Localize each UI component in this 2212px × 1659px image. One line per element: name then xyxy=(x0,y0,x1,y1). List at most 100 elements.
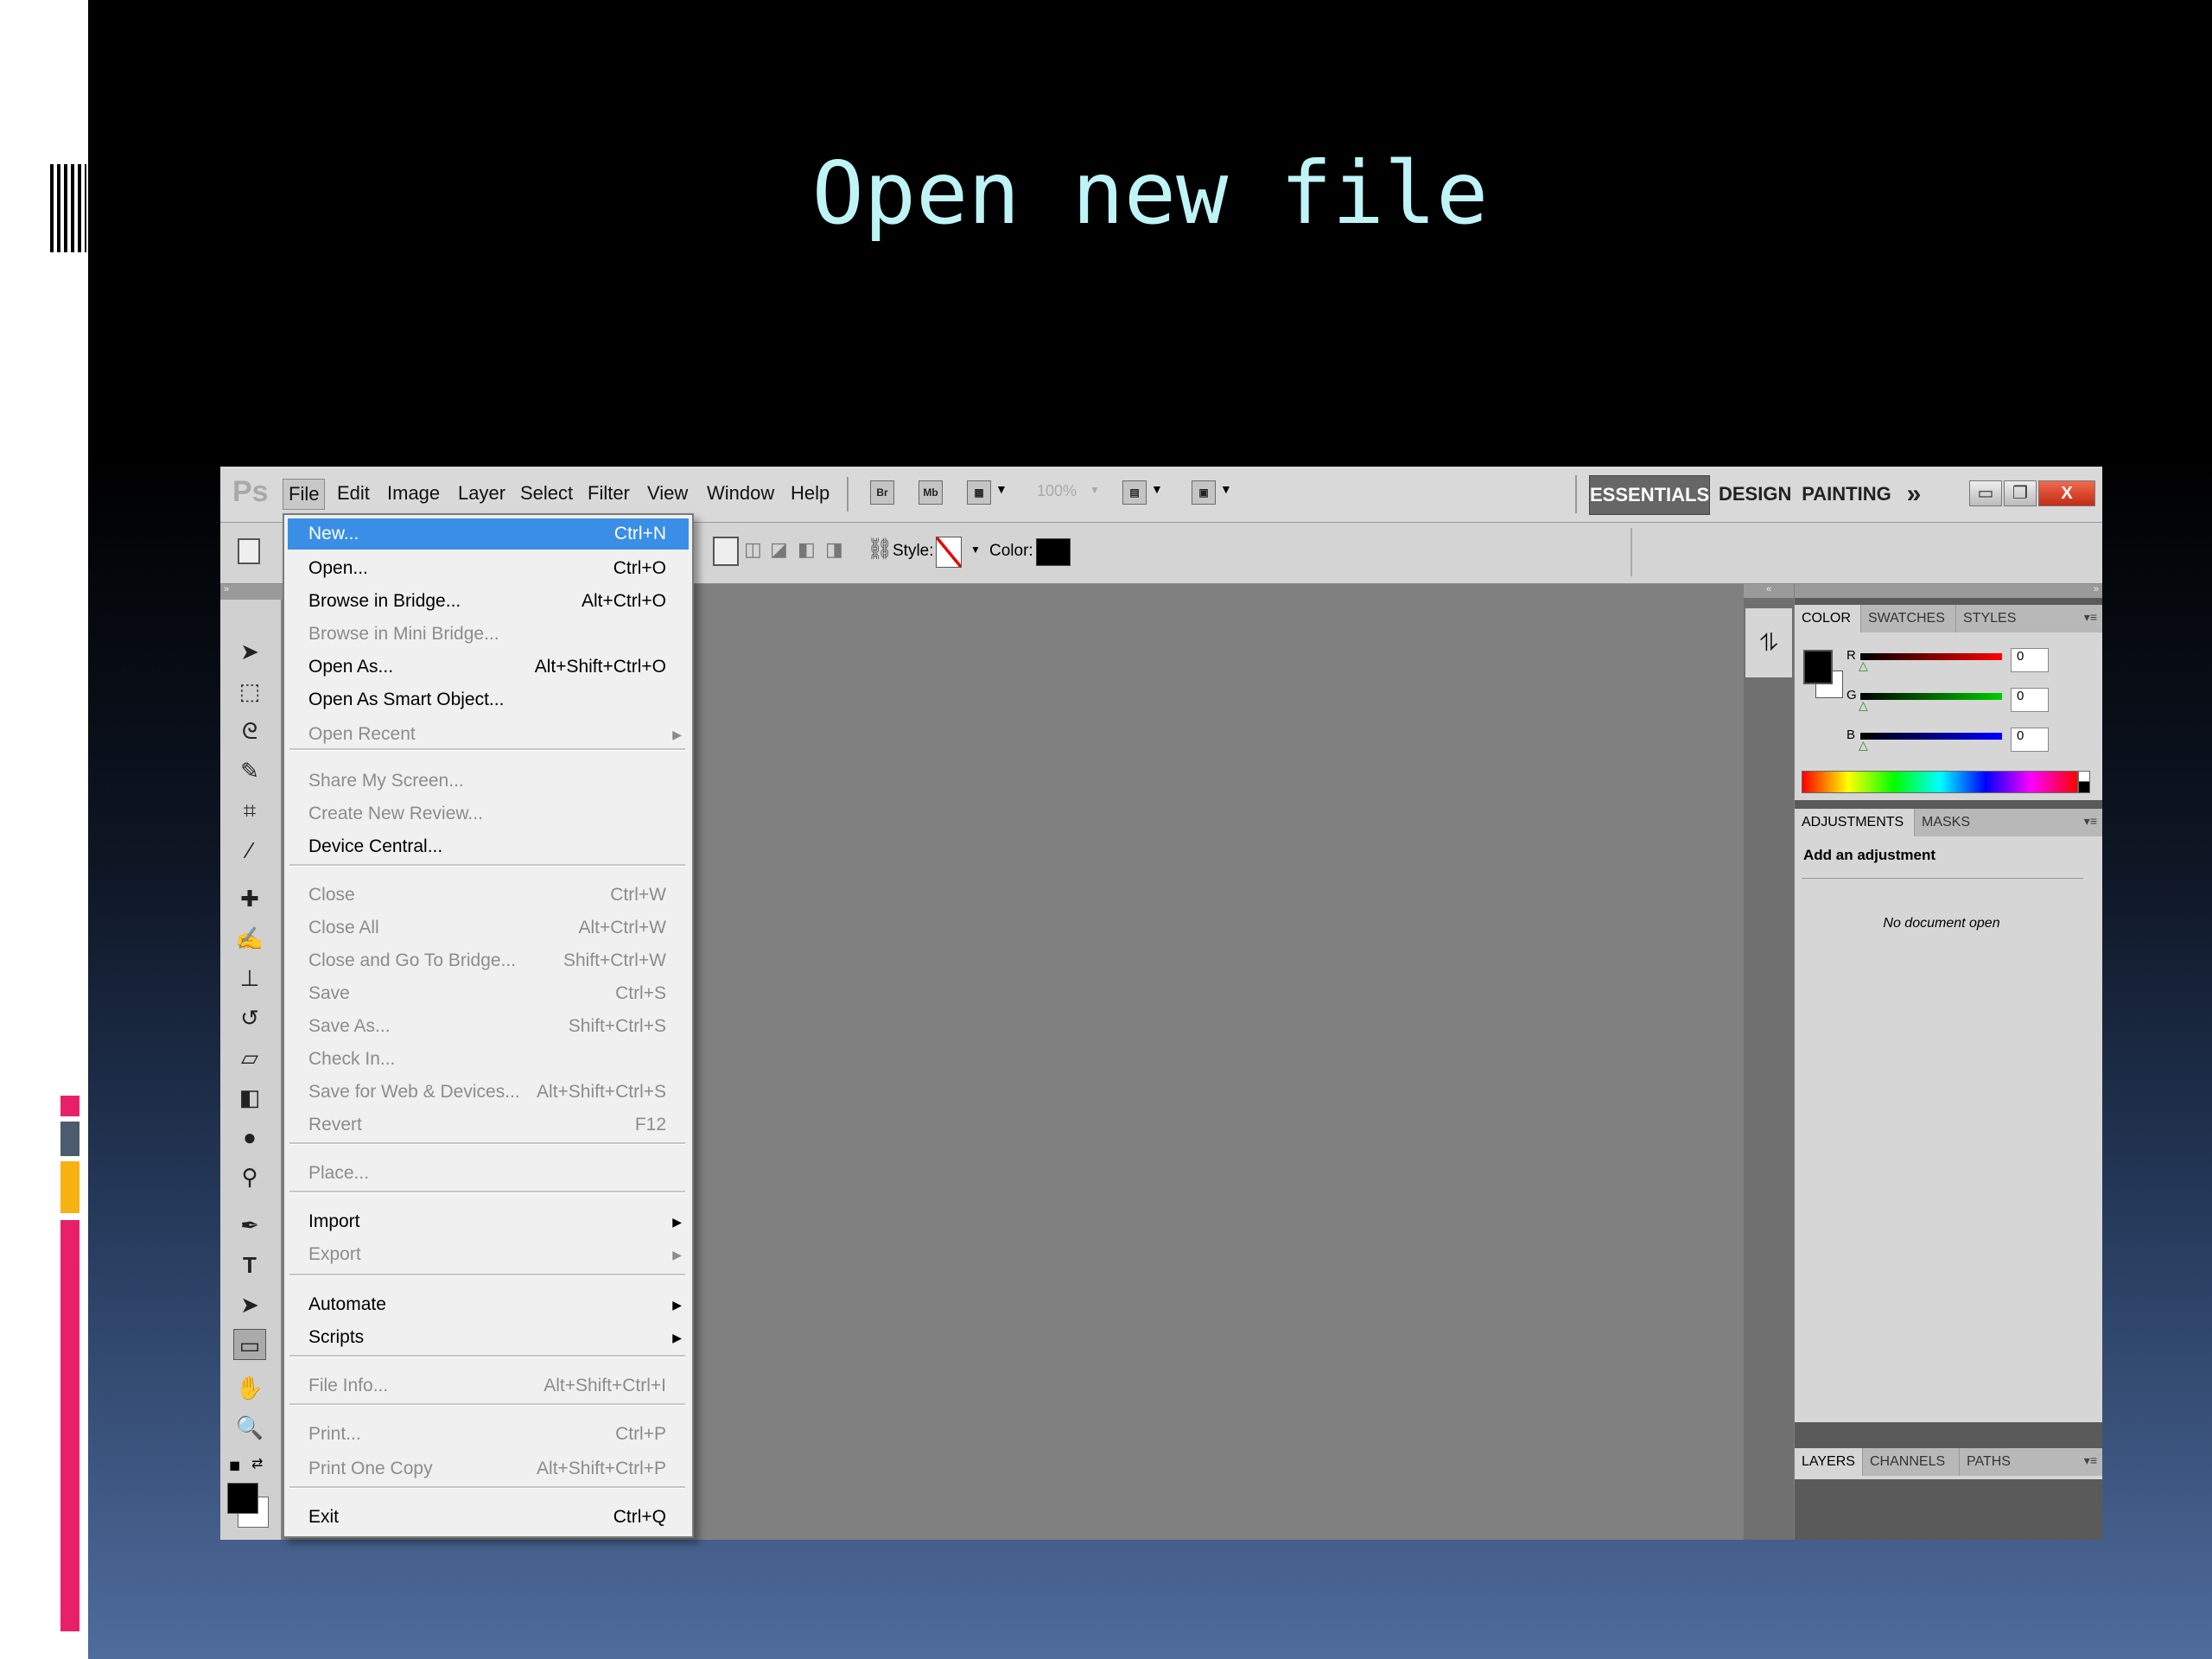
spectrum-black-swatch[interactable] xyxy=(2078,781,2090,793)
file-menu-item[interactable]: Save As... Shift+Ctrl+S xyxy=(288,1011,689,1042)
history-brush-tool-icon[interactable]: ↺ xyxy=(233,1002,266,1033)
foreground-color-swatch[interactable] xyxy=(227,1483,258,1514)
menu-image[interactable]: Image xyxy=(387,479,440,508)
type-tool-icon[interactable]: T xyxy=(233,1249,266,1281)
zoom-level[interactable]: 100% xyxy=(1037,482,1077,500)
menu-file[interactable]: File xyxy=(283,479,326,510)
crop-tool-icon[interactable]: ⌗ xyxy=(233,795,266,826)
color-spectrum-bar[interactable] xyxy=(1802,771,2078,793)
style-swatch[interactable] xyxy=(936,537,962,568)
quick-selection-tool-icon[interactable]: ✎ xyxy=(233,755,266,786)
menu-edit[interactable]: Edit xyxy=(337,479,370,508)
file-menu-item[interactable]: Open... Ctrl+O xyxy=(288,553,689,584)
slider-handle-b[interactable]: △ xyxy=(1859,738,1868,753)
chevron-down-icon[interactable]: ▼ xyxy=(995,482,1007,496)
tool-preset-icon[interactable] xyxy=(238,538,260,564)
shape-mode-intersect-icon[interactable]: ◧ xyxy=(798,538,816,561)
foreground-color-swatch[interactable] xyxy=(1803,650,1833,684)
file-menu-item[interactable]: Check In... xyxy=(288,1044,689,1075)
slider-handle-g[interactable]: △ xyxy=(1859,698,1868,713)
move-tool-icon[interactable]: ➤ xyxy=(233,636,266,667)
workspace-essentials[interactable]: ESSENTIALS xyxy=(1589,475,1710,515)
shape-mode-subtract-icon[interactable]: ◪ xyxy=(770,538,788,561)
dock-collapse-icon[interactable]: « xyxy=(1744,584,1794,598)
tab-layers[interactable]: LAYERS xyxy=(1795,1448,1862,1476)
close-icon[interactable]: X xyxy=(2038,480,2095,506)
tab-styles[interactable]: STYLES xyxy=(1955,605,2024,632)
marquee-tool-icon[interactable]: ⬚ xyxy=(233,676,266,707)
file-menu-item[interactable]: Save Ctrl+S xyxy=(288,978,689,1009)
hand-tool-icon[interactable]: ✋ xyxy=(233,1372,266,1403)
tab-masks[interactable]: MASKS xyxy=(1914,809,1976,836)
menu-help[interactable]: Help xyxy=(791,479,830,508)
file-menu-item[interactable]: Save for Web & Devices... Alt+Shift+Ctrl+… xyxy=(288,1077,689,1108)
value-input-b[interactable]: 0 xyxy=(2011,728,2049,752)
panel-menu-icon[interactable]: ▾≡ xyxy=(2084,814,2097,829)
mini-bridge-icon[interactable]: Mb xyxy=(918,480,943,505)
file-menu-item[interactable]: Import ▶ xyxy=(288,1206,689,1237)
panel-menu-icon[interactable]: ▾≡ xyxy=(2084,1453,2097,1468)
file-menu-item[interactable]: Exit Ctrl+Q xyxy=(288,1502,689,1533)
file-menu-item[interactable]: Open Recent ▶ xyxy=(288,719,689,750)
file-menu-item[interactable]: File Info... Alt+Shift+Ctrl+I xyxy=(288,1370,689,1402)
shape-mode-new-icon[interactable] xyxy=(713,537,739,566)
restore-icon[interactable]: ❐ xyxy=(2004,480,2037,506)
file-menu-item[interactable]: New... Ctrl+N xyxy=(288,518,689,550)
slider-track-r[interactable] xyxy=(1860,653,2002,660)
link-icon[interactable]: ⛓ xyxy=(867,537,893,562)
tab-paths[interactable]: PATHS xyxy=(1959,1448,2026,1476)
blur-tool-icon[interactable]: ● xyxy=(233,1122,266,1153)
menu-select[interactable]: Select xyxy=(520,479,573,508)
arrange-documents-icon[interactable]: ▤ xyxy=(1122,480,1147,505)
view-extras-icon[interactable]: ▦ xyxy=(967,480,991,505)
file-menu-item[interactable]: Browse in Bridge... Alt+Ctrl+O xyxy=(288,586,689,617)
slider-track-g[interactable] xyxy=(1860,693,2002,700)
file-menu-item[interactable]: Close All Alt+Ctrl+W xyxy=(288,912,689,944)
file-menu-item[interactable]: Close and Go To Bridge... Shift+Ctrl+W xyxy=(288,945,689,976)
menu-window[interactable]: Window xyxy=(707,479,774,508)
file-menu-item[interactable]: Scripts ▶ xyxy=(288,1322,689,1353)
tab-swatches[interactable]: SWATCHES xyxy=(1860,605,1955,632)
menu-view[interactable]: View xyxy=(647,479,688,508)
screen-mode-icon[interactable]: ▣ xyxy=(1192,480,1216,505)
workspace-more-icon[interactable]: » xyxy=(1897,475,1931,513)
file-menu-item[interactable]: Print One Copy Alt+Shift+Ctrl+P xyxy=(288,1453,689,1484)
lasso-tool-icon[interactable]: ᘓ xyxy=(233,715,266,747)
file-menu-item[interactable]: Automate ▶ xyxy=(288,1289,689,1320)
shape-mode-exclude-icon[interactable]: ◨ xyxy=(825,538,843,561)
tab-color[interactable]: COLOR xyxy=(1795,605,1860,632)
file-menu-item[interactable]: Open As Smart Object... xyxy=(288,684,689,715)
shape-mode-add-icon[interactable]: ◫ xyxy=(744,538,762,561)
menu-filter[interactable]: Filter xyxy=(588,479,630,508)
default-colors-icon[interactable]: ◼ xyxy=(229,1457,240,1474)
clone-stamp-tool-icon[interactable]: ⊥ xyxy=(233,963,266,994)
file-menu-item[interactable]: Share My Screen... xyxy=(288,766,689,797)
value-input-r[interactable]: 0 xyxy=(2011,648,2049,672)
tab-adjustments[interactable]: ADJUSTMENTS xyxy=(1795,809,1914,836)
eyedropper-tool-icon[interactable]: ⁄ xyxy=(233,835,266,866)
swap-colors-icon[interactable]: ⇄ xyxy=(251,1455,263,1472)
chevron-down-icon[interactable]: ▼ xyxy=(1151,482,1163,496)
file-menu-item[interactable]: Device Central... xyxy=(288,831,689,862)
menu-layer[interactable]: Layer xyxy=(458,479,505,508)
panels-collapse-icon[interactable]: » xyxy=(1795,584,2102,598)
color-swatch[interactable] xyxy=(1036,538,1071,566)
chevron-down-icon[interactable]: ▼ xyxy=(970,543,981,556)
eraser-tool-icon[interactable]: ▱ xyxy=(233,1042,266,1073)
rectangle-tool-icon[interactable]: ▭ xyxy=(233,1329,266,1360)
file-menu-item[interactable]: Open As... Alt+Shift+Ctrl+O xyxy=(288,652,689,683)
workspace-painting[interactable]: PAINTING xyxy=(1802,475,1891,513)
value-input-g[interactable]: 0 xyxy=(2011,688,2049,712)
file-menu-item[interactable]: Close Ctrl+W xyxy=(288,880,689,911)
gradient-tool-icon[interactable]: ◧ xyxy=(233,1082,266,1113)
toolbox-collapse-icon[interactable]: » xyxy=(220,584,284,600)
history-icon[interactable]: ⥮ xyxy=(1745,608,1792,677)
path-selection-tool-icon[interactable]: ➤ xyxy=(233,1289,266,1320)
file-menu-item[interactable]: Place... xyxy=(288,1158,689,1189)
tab-channels[interactable]: CHANNELS xyxy=(1862,1448,1959,1476)
healing-brush-tool-icon[interactable]: ✚ xyxy=(233,883,266,914)
brush-tool-icon[interactable]: ✍ xyxy=(233,923,266,954)
file-menu-item[interactable]: Create New Review... xyxy=(288,798,689,830)
file-menu-item[interactable]: Print... Ctrl+P xyxy=(288,1419,689,1450)
file-menu-item[interactable]: Revert F12 xyxy=(288,1109,689,1141)
